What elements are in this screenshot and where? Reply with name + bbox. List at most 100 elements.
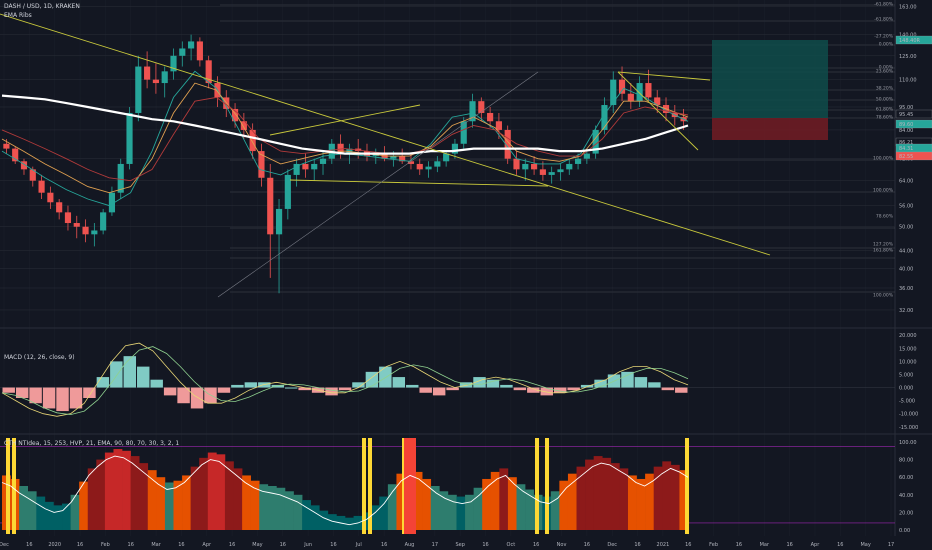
candle-body [73, 223, 80, 227]
candle-body [302, 163, 309, 170]
downtrend-line [0, 13, 771, 256]
osc-bar [670, 464, 680, 530]
osc-tick-label: 60.00 [899, 475, 913, 481]
osc-bar [379, 496, 389, 530]
osc-bar [610, 463, 620, 530]
candle-body [126, 112, 133, 164]
candle-body [152, 79, 159, 84]
time-tick-label: Mar [151, 542, 161, 548]
candle-body [135, 66, 142, 113]
osc-bar [36, 496, 46, 530]
macd-tick-label: -5.000 [899, 399, 915, 405]
macd-tick-label: 15.000 [899, 346, 917, 352]
osc-extreme-marker [685, 438, 689, 534]
candle-body [557, 169, 564, 173]
osc-extreme-marker [535, 438, 539, 534]
macd-hist-bar [675, 387, 688, 393]
osc-bar [310, 505, 320, 530]
macd-hist-bar [486, 379, 500, 388]
osc-bar [87, 468, 97, 530]
osc-bar [293, 494, 303, 530]
candle-body [267, 177, 274, 235]
candle-body [56, 202, 63, 213]
candle-body [636, 83, 643, 102]
price-tick-label: 64.00 [899, 179, 913, 185]
price-tick-label: 84.00 [899, 128, 913, 134]
osc-bar [233, 468, 243, 530]
time-tick-label: 17 [888, 542, 894, 548]
macd-hist-bar [634, 377, 648, 388]
candle-body [47, 192, 54, 203]
macd-tick-label: -10.000 [899, 412, 918, 418]
candle-body [284, 174, 291, 209]
price-tick-label: 50.00 [899, 225, 913, 231]
price-badge-label: 82.55 [899, 154, 913, 160]
candle-body [618, 79, 626, 94]
time-tick-label: Dec [0, 542, 9, 548]
macd-tick-label: 0.000 [899, 386, 913, 392]
time-tick-label: 16 [786, 542, 792, 548]
osc-bar [139, 463, 149, 530]
candle-body [583, 153, 590, 159]
candle-body [38, 180, 45, 193]
candle-body [100, 212, 107, 231]
osc-bar [636, 478, 646, 530]
time-tick-label: 17 [432, 542, 438, 548]
osc-bar [130, 456, 140, 530]
candle-body [425, 166, 432, 170]
osc-bar [387, 484, 397, 530]
macd-hist-bar [648, 382, 661, 388]
macd-hist-bar [244, 382, 258, 388]
osc-bar [653, 466, 663, 530]
osc-bar [473, 487, 483, 530]
chart-root: DASH / USD, 1D, KRAKEN EMA Ribs MACD (12… [0, 0, 932, 550]
time-tick-label: Feb [709, 542, 718, 548]
candle-body [311, 163, 318, 170]
price-tick-label: 163.00 [899, 4, 917, 10]
fib-level-label: 100.00% [873, 293, 894, 299]
candle-body [196, 41, 203, 61]
osc-title: CTH NTIdea, 15, 253, HVP, 21, EMA, 90, 8… [4, 440, 180, 447]
osc-bar [113, 449, 123, 530]
macd-hist-bar [69, 387, 83, 409]
time-tick-label: 16 [330, 542, 336, 548]
macd-title: MACD (12, 26, close, 9) [4, 354, 75, 361]
candle-body [434, 161, 441, 167]
osc-bar [156, 477, 166, 530]
macd-hist-bar [163, 387, 177, 396]
osc-bar [104, 452, 114, 530]
fib-level-label: 100.00% [873, 188, 894, 194]
osc-bar [662, 461, 672, 530]
indicator-title: EMA Ribs [4, 12, 32, 19]
macd-hist-bar [392, 377, 406, 388]
time-tick-label: 16 [685, 542, 691, 548]
time-tick-label: 16 [736, 542, 742, 548]
osc-extreme-marker [545, 438, 549, 534]
time-tick-label: Oct [507, 542, 516, 548]
osc-bar [482, 478, 492, 530]
candle-body [566, 163, 573, 170]
macd-hist-bar [513, 387, 527, 391]
osc-bar [302, 500, 311, 530]
macd-hist-bar [338, 387, 352, 391]
candle-body [3, 143, 10, 149]
osc-bar [27, 491, 37, 530]
candle-body [531, 163, 538, 170]
candle-body [495, 121, 502, 130]
time-tick-label: Sep [455, 542, 464, 548]
price-badge-label: 84.31 [899, 146, 913, 152]
time-tick-label: 16 [837, 542, 843, 548]
candle-body [144, 66, 151, 80]
macd-hist-bar [621, 371, 634, 388]
wedge-top-line [617, 71, 711, 81]
ema-ribbon-line [1, 70, 689, 207]
macd-hist-bar [500, 384, 513, 388]
macd-hist-bar [190, 387, 204, 409]
price-tick-label: 56.00 [899, 204, 913, 210]
fib-level-label: 0.00% [879, 42, 894, 48]
fib-level-label: 161.80% [873, 248, 894, 254]
time-tick-label: Dec [607, 542, 617, 548]
candle-body [64, 212, 72, 224]
macd-hist-bar [446, 387, 459, 391]
osc-tick-label: 0.00 [899, 528, 910, 534]
